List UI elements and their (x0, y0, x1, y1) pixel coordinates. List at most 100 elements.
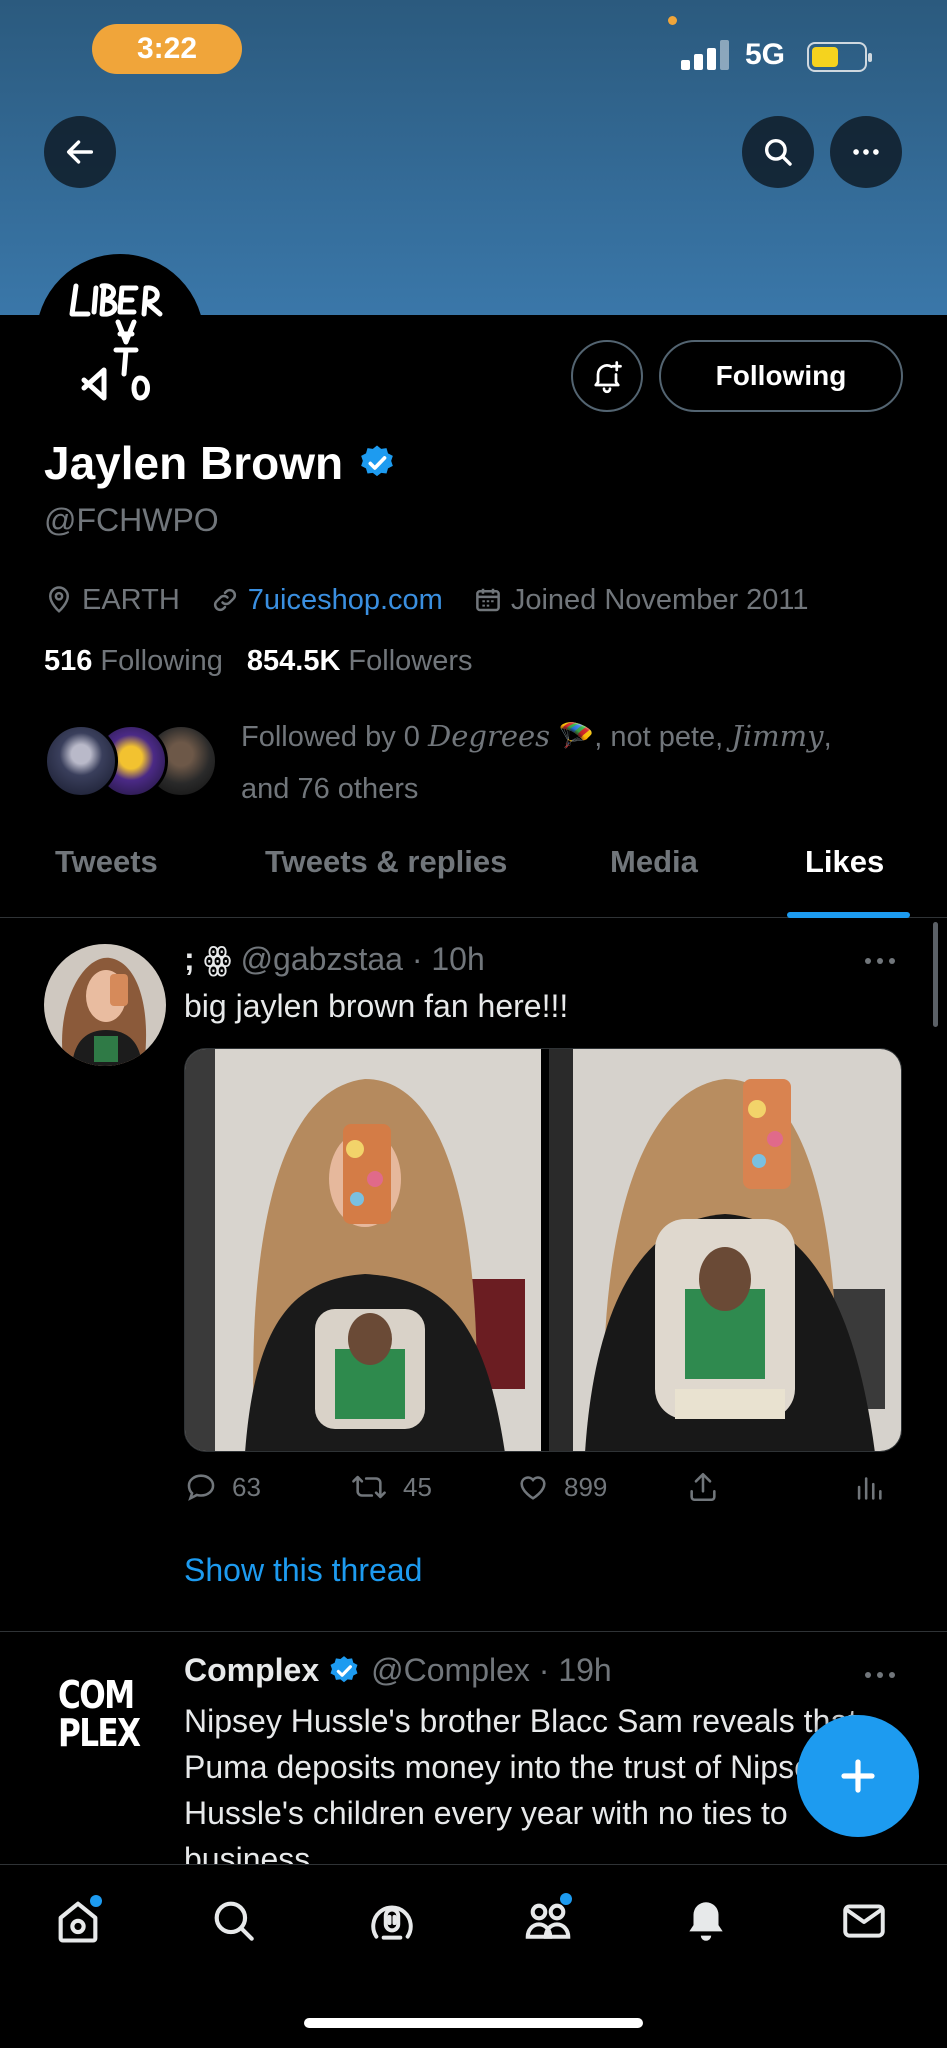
search-button[interactable] (742, 116, 814, 188)
arrow-left-icon (66, 140, 94, 164)
followed-by-suffix: , (823, 721, 832, 753)
tab-tweets-replies[interactable]: Tweets & replies (265, 844, 507, 880)
followed-by-text: Followed by 0 Degrees 🪂, not pete, Jimmy… (241, 710, 921, 815)
following-count: 516 (44, 645, 93, 677)
follow-counts: 516 Following 854.5K Followers (44, 645, 497, 678)
tweet-author-avatar[interactable] (44, 944, 166, 1066)
network-type: 5G (745, 38, 786, 71)
tweet[interactable]: ; ꙮ @gabzstaa · 10h big jaylen brown fan… (0, 920, 947, 1632)
tweet-time: 19h (558, 1652, 612, 1688)
avatar-photo (44, 944, 166, 1066)
follower-name: Degrees (428, 719, 551, 753)
tweet-more-button[interactable] (863, 954, 897, 973)
battery-icon (807, 42, 872, 72)
tweet-photo-1 (185, 1049, 541, 1451)
profile-tabs: Tweets Tweets & replies Media Likes (0, 832, 947, 918)
tweet-author-name[interactable]: ; (184, 941, 195, 977)
followers-count: 854.5K (246, 645, 341, 677)
tab-media[interactable]: Media (610, 844, 698, 880)
back-button[interactable] (44, 116, 116, 188)
followed-by-others: and 76 others (241, 773, 419, 805)
follower-name: Jimmy (731, 719, 824, 753)
following-count-link[interactable]: 516 Following (44, 645, 223, 678)
tweet-media-grid[interactable] (184, 1048, 902, 1452)
nav-notifications[interactable] (676, 1891, 736, 1951)
tweet-text: big jaylen brown fan here!!! (184, 988, 569, 1024)
verified-badge-icon (361, 445, 393, 477)
plus-icon (841, 1759, 875, 1793)
location-pin-icon (48, 586, 70, 613)
tweet-author-handle[interactable]: @Complex (371, 1652, 530, 1689)
website-item[interactable]: 7uiceshop.com (210, 584, 443, 617)
communities-notification-dot (560, 1893, 572, 1905)
tweet-author-handle[interactable]: @gabzstaa (241, 941, 403, 977)
tweet-actions: 63 45 899 (184, 1470, 904, 1520)
retweet-icon (352, 1475, 386, 1499)
analytics-button[interactable] (852, 1470, 900, 1504)
location-item: EARTH (44, 584, 180, 617)
heart-icon (520, 1476, 546, 1500)
profile-handle: @FCHWPO (44, 502, 219, 538)
profile-name: Jaylen Brown (44, 436, 397, 490)
privacy-indicator-dot (668, 16, 677, 25)
followed-by-prefix: Followed by 0 (241, 721, 420, 753)
tweet-photos (185, 1049, 901, 1451)
parachute-emoji: 🪂 (558, 721, 595, 753)
link-icon (213, 588, 236, 612)
reply-button[interactable]: 63 (184, 1470, 261, 1504)
tweet-author-emoji: ꙮ (203, 941, 232, 977)
follower-avatar (44, 724, 118, 798)
more-horizontal-icon (865, 1672, 895, 1678)
search-icon (764, 138, 792, 166)
mail-icon (843, 1904, 885, 1938)
retweet-button[interactable]: 45 (349, 1470, 432, 1504)
compose-tweet-button[interactable] (797, 1715, 919, 1837)
show-thread-link[interactable]: Show this thread (184, 1552, 422, 1589)
active-tab-indicator (787, 912, 910, 918)
home-notification-dot (90, 1895, 102, 1907)
tweet-time: 10h (431, 941, 485, 977)
status-time: 3:22 (92, 24, 242, 74)
like-count: 899 (564, 1471, 608, 1502)
tweet-header: ; ꙮ @gabzstaa · 10h (184, 941, 485, 977)
liberation-logo (40, 258, 200, 418)
complex-logo-line2: PLEX (58, 1711, 141, 1755)
following-button[interactable]: Following (659, 340, 903, 412)
nav-spaces[interactable] (362, 1891, 422, 1951)
more-horizontal-icon (853, 149, 879, 155)
like-button[interactable]: 899 (516, 1470, 607, 1504)
followers-label: Followers (348, 645, 473, 677)
profile-meta: EARTH 7uiceshop.com Joined November 2011 (44, 580, 839, 620)
home-indicator[interactable] (304, 2018, 643, 2028)
tweet-text: Nipsey Hussle's brother Blacc Sam reveal… (184, 1703, 858, 1864)
tweet-header: Complex @Complex · 19h (184, 1652, 612, 1689)
share-button[interactable] (686, 1470, 734, 1504)
complex-avatar[interactable]: COM PLEX (58, 1673, 141, 1772)
joined-item: Joined November 2011 (473, 584, 809, 617)
tab-likes[interactable]: Likes (805, 844, 884, 880)
more-options-button[interactable] (830, 116, 902, 188)
nav-home[interactable] (48, 1891, 108, 1951)
tweet-photo-2 (549, 1049, 901, 1451)
joined-text: Joined November 2011 (510, 583, 809, 616)
profile-avatar[interactable] (36, 254, 204, 422)
nav-messages[interactable] (834, 1891, 894, 1951)
bell-icon (689, 1902, 723, 1941)
website-link[interactable]: 7uiceshop.com (248, 584, 443, 617)
reply-count: 63 (232, 1471, 261, 1502)
status-bar: 3:22 5G (0, 0, 947, 100)
tweet-author-name[interactable]: Complex (184, 1652, 319, 1689)
nav-communities[interactable] (518, 1891, 578, 1951)
search-icon (214, 1901, 254, 1941)
tweet-more-button[interactable] (863, 1668, 897, 1687)
nav-search[interactable] (204, 1891, 264, 1951)
more-horizontal-icon (865, 958, 895, 964)
followers-count-link[interactable]: 854.5K Followers (247, 645, 473, 678)
notifications-toggle-button[interactable] (571, 340, 643, 412)
signal-icon (681, 40, 731, 70)
complex-logo-line1: COM (58, 1673, 135, 1717)
tab-tweets[interactable]: Tweets (55, 844, 158, 880)
analytics-icon (857, 1477, 882, 1500)
spaces-microphone-icon (371, 1905, 413, 1940)
followed-by-row[interactable]: Followed by 0 Degrees 🪂, not pete, Jimmy… (44, 710, 924, 810)
